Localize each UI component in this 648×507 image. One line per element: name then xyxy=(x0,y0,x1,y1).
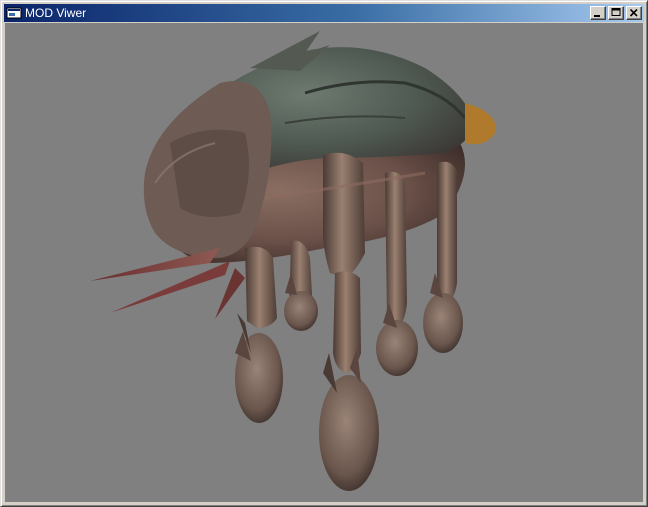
creature-model-render xyxy=(90,31,496,491)
3d-viewport[interactable] xyxy=(5,23,643,502)
app-window-icon[interactable] xyxy=(6,5,22,21)
minimize-icon xyxy=(594,15,600,17)
app-window: MOD Viwer xyxy=(0,0,648,507)
maximize-button[interactable] xyxy=(608,6,624,20)
minimize-button[interactable] xyxy=(590,6,606,20)
title-bar[interactable]: MOD Viwer xyxy=(4,4,644,22)
close-icon xyxy=(629,8,638,17)
window-title: MOD Viwer xyxy=(25,6,87,20)
close-button[interactable] xyxy=(626,6,642,20)
maximize-icon xyxy=(611,8,621,16)
